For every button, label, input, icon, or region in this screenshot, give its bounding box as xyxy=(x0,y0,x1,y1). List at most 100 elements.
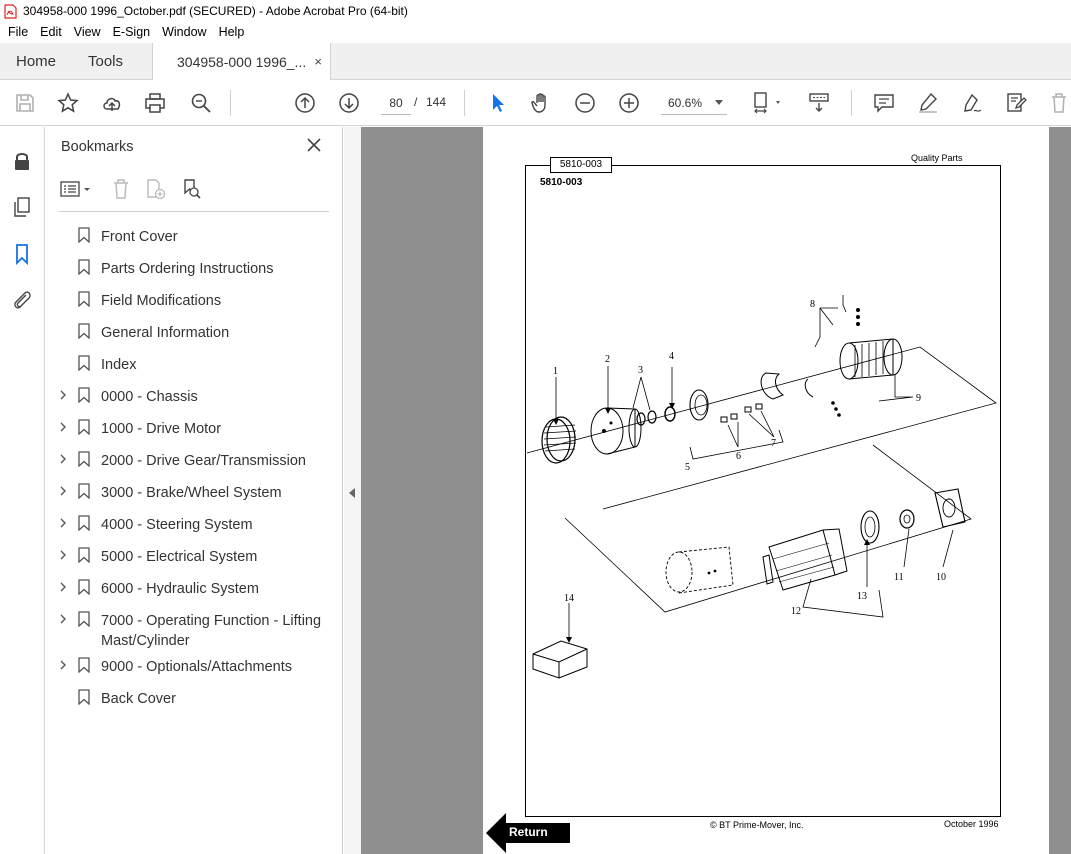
highlight-pen-icon[interactable] xyxy=(916,91,940,115)
part-11-bearing xyxy=(899,509,915,529)
zoom-search-icon[interactable] xyxy=(189,91,213,115)
bookmark-5000-electrical[interactable]: 5000 - Electrical System xyxy=(45,539,343,571)
chevron-right-icon[interactable] xyxy=(59,582,67,592)
lock-icon[interactable] xyxy=(10,149,34,173)
part-14-kit-box xyxy=(532,640,588,679)
tab-close-icon[interactable]: × xyxy=(314,54,322,69)
part-8-9-brush-ring xyxy=(831,308,903,417)
bookmark-label: Front Cover xyxy=(101,229,178,245)
bookmark-panel-icon[interactable] xyxy=(10,242,34,266)
bookmark-front-cover[interactable]: Front Cover xyxy=(45,219,343,251)
bookmarks-divider xyxy=(59,211,329,212)
bookmark-7000-operating-function[interactable]: 7000 - Operating Function - Lifting Mast… xyxy=(45,603,343,649)
bookmark-icon xyxy=(78,657,90,673)
menu-edit[interactable]: Edit xyxy=(34,25,68,39)
select-cursor-icon[interactable] xyxy=(486,91,510,115)
tab-document[interactable]: 304958-000 1996_... × xyxy=(152,43,331,81)
scroll-mode-icon[interactable] xyxy=(807,91,831,115)
comment-icon[interactable] xyxy=(872,91,896,115)
bookmark-back-cover[interactable]: Back Cover xyxy=(45,681,343,713)
menu-help[interactable]: Help xyxy=(213,25,251,39)
callout-2: 2 xyxy=(605,354,610,365)
bookmark-4000-steering[interactable]: 4000 - Steering System xyxy=(45,507,343,539)
bookmark-label: 1000 - Drive Motor xyxy=(101,421,222,437)
star-icon[interactable] xyxy=(56,91,80,115)
bookmark-icon xyxy=(78,419,90,435)
bookmark-field-modifications[interactable]: Field Modifications xyxy=(45,283,343,315)
menu-view[interactable]: View xyxy=(68,25,107,39)
callout-10: 10 xyxy=(936,572,946,583)
chevron-right-icon[interactable] xyxy=(59,422,67,432)
delete-bookmark-icon[interactable] xyxy=(109,177,133,201)
page-fit-icon[interactable] xyxy=(752,91,788,115)
attachment-paperclip-icon[interactable] xyxy=(10,288,34,312)
toolbar-separator xyxy=(464,90,465,116)
bookmark-icon xyxy=(78,291,90,307)
bookmark-6000-hydraulic[interactable]: 6000 - Hydraulic System xyxy=(45,571,343,603)
chevron-right-icon[interactable] xyxy=(59,390,67,400)
delete-icon[interactable] xyxy=(1047,91,1071,115)
pages-thumbnail-icon[interactable] xyxy=(10,195,34,219)
bookmark-index[interactable]: Index xyxy=(45,347,343,379)
collapse-left-icon xyxy=(349,488,355,498)
menu-esign[interactable]: E-Sign xyxy=(107,25,157,39)
zoom-level-select[interactable]: 60.6% xyxy=(661,91,727,115)
bookmark-label: 9000 - Optionals/Attachments xyxy=(101,659,293,675)
bookmark-icon xyxy=(78,611,90,627)
upload-cloud-icon[interactable] xyxy=(100,91,124,115)
hand-tool-icon[interactable] xyxy=(529,91,553,115)
pdf-file-icon xyxy=(4,3,17,19)
zoom-in-icon[interactable] xyxy=(617,91,641,115)
print-icon[interactable] xyxy=(143,91,167,115)
edit-pdf-icon[interactable] xyxy=(1004,91,1028,115)
bookmark-icon xyxy=(78,323,90,339)
menu-file[interactable]: File xyxy=(2,25,34,39)
callout-7: 7 xyxy=(771,438,776,449)
bookmark-icon xyxy=(78,387,90,403)
panel-collapse-handle[interactable] xyxy=(344,127,361,854)
chevron-right-icon[interactable] xyxy=(59,660,67,670)
close-panel-icon[interactable] xyxy=(307,138,321,152)
callout-1: 1 xyxy=(553,366,558,377)
find-bookmark-icon[interactable] xyxy=(179,177,203,201)
document-right-margin xyxy=(1049,127,1071,854)
tab-tools[interactable]: Tools xyxy=(88,43,123,80)
chevron-right-icon[interactable] xyxy=(59,550,67,560)
next-page-icon[interactable] xyxy=(337,91,361,115)
menu-window[interactable]: Window xyxy=(156,25,212,39)
bookmark-icon xyxy=(78,515,90,531)
sign-pen-icon[interactable] xyxy=(960,91,984,115)
bookmark-label: Parts Ordering Instructions xyxy=(101,261,274,277)
zoom-out-icon[interactable] xyxy=(573,91,597,115)
bookmark-label: Back Cover xyxy=(101,691,176,707)
bookmark-0000-chassis[interactable]: 0000 - Chassis xyxy=(45,379,343,411)
save-icon[interactable] xyxy=(13,91,37,115)
chevron-right-icon[interactable] xyxy=(59,486,67,496)
bookmark-3000-brake-wheel[interactable]: 3000 - Brake/Wheel System xyxy=(45,475,343,507)
page-footer-date: October 1996 xyxy=(944,819,999,829)
bookmark-1000-drive-motor[interactable]: 1000 - Drive Motor xyxy=(45,411,343,443)
previous-page-icon[interactable] xyxy=(293,91,317,115)
chevron-right-icon[interactable] xyxy=(59,614,67,624)
bookmark-parts-ordering[interactable]: Parts Ordering Instructions xyxy=(45,251,343,283)
bookmarks-panel-title: Bookmarks xyxy=(61,139,134,155)
bookmark-9000-optionals[interactable]: 9000 - Optionals/Attachments xyxy=(45,649,343,681)
callout-4: 4 xyxy=(669,351,674,362)
bookmark-2000-drive-gear[interactable]: 2000 - Drive Gear/Transmission xyxy=(45,443,343,475)
tab-home[interactable]: Home xyxy=(16,43,56,80)
page-number-input[interactable] xyxy=(381,91,411,115)
document-viewport[interactable]: 5810-003 5810-003 Quality Parts 1 2 3 4 … xyxy=(361,127,1071,854)
bookmark-options-icon[interactable] xyxy=(59,177,95,201)
chevron-right-icon[interactable] xyxy=(59,454,67,464)
new-bookmark-icon[interactable] xyxy=(143,177,167,201)
return-link-label[interactable]: Return xyxy=(509,825,548,839)
menu-bar: File Edit View E-Sign Window Help xyxy=(0,22,1071,42)
bookmark-icon xyxy=(78,689,90,705)
bookmark-label: 5000 - Electrical System xyxy=(101,549,258,565)
bookmark-icon xyxy=(78,451,90,467)
chevron-right-icon[interactable] xyxy=(59,518,67,528)
navigation-rail xyxy=(0,127,45,854)
bookmark-general-information[interactable]: General Information xyxy=(45,315,343,347)
bookmark-icon xyxy=(78,259,90,275)
part-4-bearing xyxy=(664,406,676,422)
